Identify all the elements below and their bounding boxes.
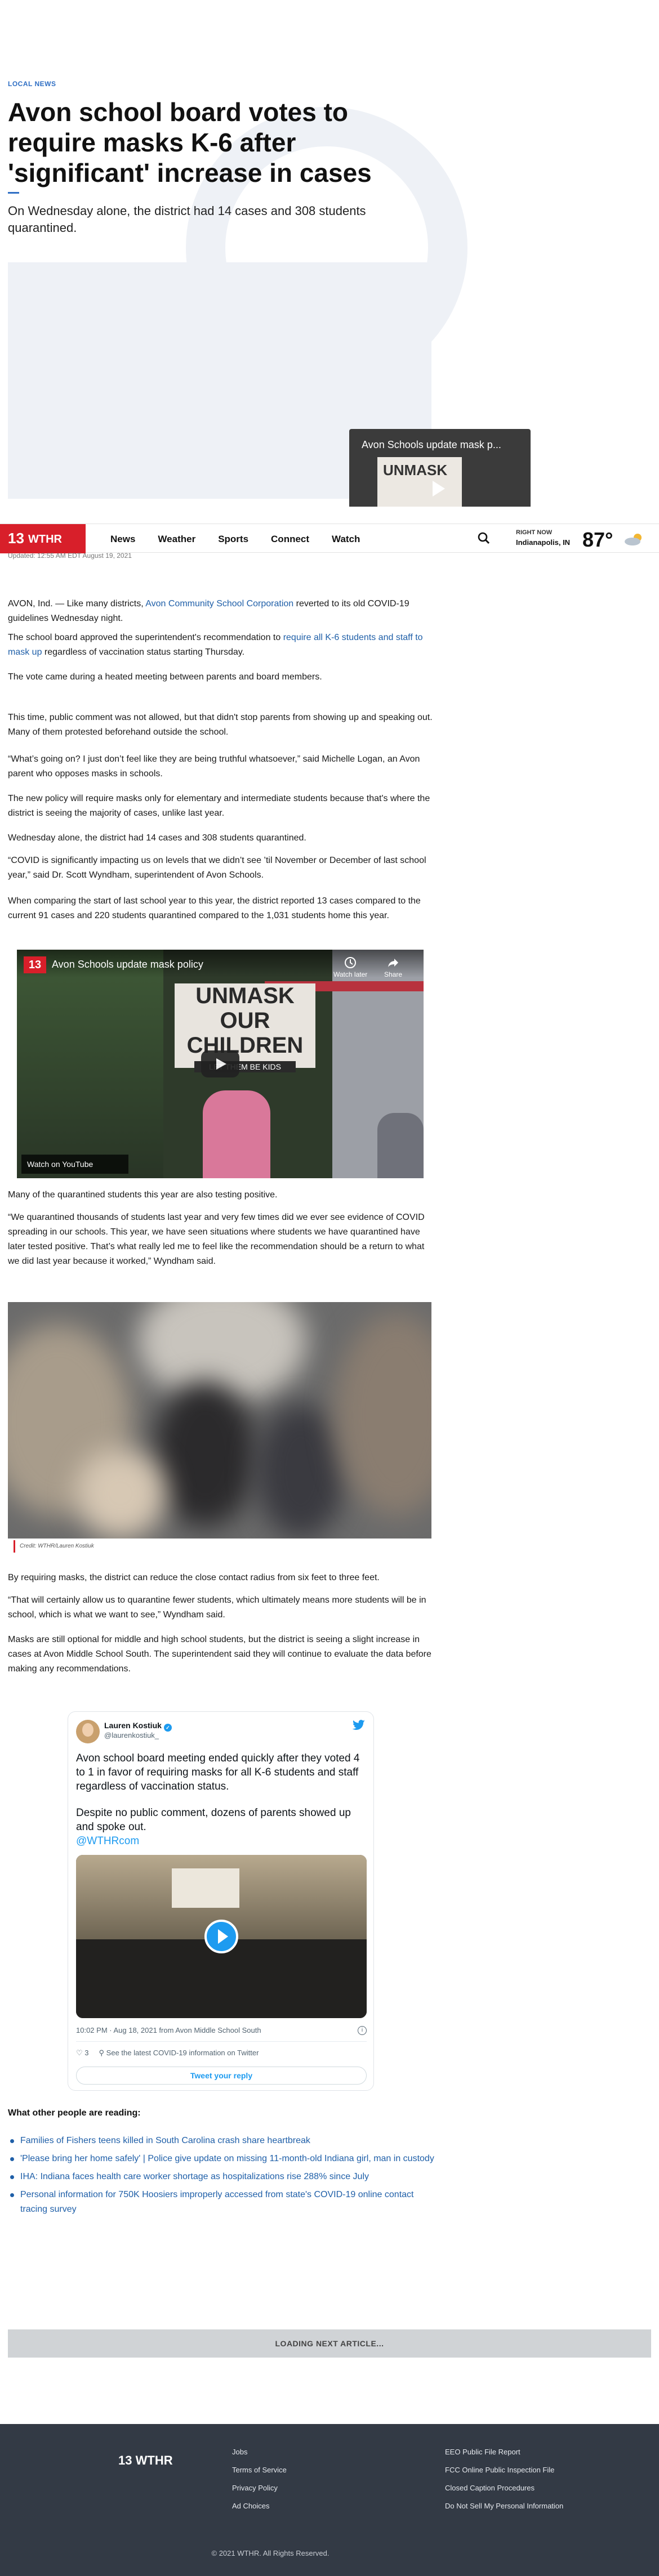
site-navbar: 13 WTHR News Weather Sports Connect Watc… (0, 524, 659, 553)
nav-menu: News Weather Sports Connect Watch (110, 534, 360, 545)
paragraph: This time, public comment was not allowe… (8, 713, 433, 737)
info-icon[interactable]: i (358, 2026, 367, 2035)
article-subhead: On Wednesday alone, the district had 14 … (8, 204, 366, 235)
tweet-text: Avon school board meeting ended quickly … (76, 1751, 369, 1848)
nav-item-sports[interactable]: Sports (218, 534, 248, 545)
footer-link-closed-caption[interactable]: Closed Caption Procedures (445, 2484, 563, 2492)
embedded-tweet[interactable]: Lauren Kostiuk ✓ @laurenkostiuk_ Avon sch… (68, 1711, 374, 2091)
loading-next-article: LOADING NEXT ARTICLE... (8, 2329, 651, 2358)
paragraph: The school board approved the superinten… (8, 633, 423, 657)
weather-location: Indianapolis, IN (516, 538, 571, 547)
footer-link-fcc[interactable]: FCC Online Public Inspection File (445, 2466, 563, 2474)
footer-link-privacy[interactable]: Privacy Policy (232, 2484, 287, 2492)
article-photo[interactable] (8, 1302, 431, 1539)
tweet-author-handle[interactable]: @laurenkostiuk_ (104, 1731, 159, 1739)
article-hero: LOCAL NEWS Avon school board votes to re… (0, 0, 659, 507)
nav-item-connect[interactable]: Connect (271, 534, 309, 545)
tweet-timestamp[interactable]: 10:02 PM · Aug 18, 2021 from Avon Middle… (76, 2026, 261, 2034)
footer-link-ad-choices[interactable]: Ad Choices (232, 2502, 287, 2510)
footer-link-do-not-sell[interactable]: Do Not Sell My Personal Information (445, 2502, 563, 2510)
embedded-video[interactable]: UNMASK OUR CHILDREN LET THEM BE KIDS 13 … (17, 950, 424, 1178)
paragraph: By requiring masks, the district can red… (8, 1573, 380, 1582)
paragraph: Many of the quarantined students this ye… (8, 1190, 278, 1200)
footer-link-terms[interactable]: Terms of Service (232, 2466, 287, 2474)
reading-list-item[interactable]: 'Please bring her home safely' | Police … (8, 2152, 442, 2166)
heart-icon: ♡ (76, 2049, 83, 2057)
video-title[interactable]: Avon Schools update mask policy (52, 959, 203, 971)
paragraph: Wednesday alone, the district had 14 cas… (8, 833, 306, 843)
paragraph: The vote came during a heated meeting be… (8, 672, 322, 682)
share-button[interactable]: Share (384, 956, 402, 978)
divider (76, 2041, 367, 2042)
site-logo[interactable]: 13 WTHR (0, 524, 86, 553)
tweet-video[interactable] (76, 1855, 367, 2018)
paragraph: “We quarantined thousands of students la… (8, 1213, 425, 1266)
section-kicker[interactable]: LOCAL NEWS (8, 80, 56, 88)
reading-list-item[interactable]: IHA: Indiana faces health care worker sh… (8, 2170, 442, 2184)
partly-cloudy-icon (625, 534, 642, 545)
tweet-reply-button[interactable]: Tweet your reply (76, 2067, 367, 2085)
share-icon (388, 959, 399, 967)
nav-item-watch[interactable]: Watch (332, 534, 360, 545)
updated-timestamp: Updated: 12:55 AM EDT August 19, 2021 (8, 552, 132, 560)
watch-on-youtube-button[interactable]: Watch on YouTube (21, 1155, 128, 1174)
link-avon-schools[interactable]: Avon Community School Corporation (145, 599, 293, 609)
paragraph: “That will certainly allow us to quarant… (8, 1595, 426, 1620)
footer-logo[interactable]: 13 WTHR (118, 2453, 173, 2468)
reading-list: Families of Fishers teens killed in Sout… (8, 2134, 442, 2220)
reading-list-title: What other people are reading: (8, 2108, 141, 2118)
footer-link-eeo[interactable]: EEO Public File Report (445, 2448, 563, 2456)
headline-divider (8, 192, 19, 194)
footer-link-jobs[interactable]: Jobs (232, 2448, 287, 2456)
paragraph: Masks are still optional for middle and … (8, 1635, 431, 1674)
verified-icon: ✓ (163, 1724, 172, 1732)
search-icon[interactable] (478, 532, 490, 544)
tweet-actions: ♡ 3 ⚲ See the latest COVID-19 informatio… (76, 2049, 259, 2058)
video-thumbnail-sign: UNMASK OUR CHILDREN LET THEM BE KIDS (175, 983, 315, 1072)
article-headline: Avon school board votes to require masks… (8, 97, 372, 187)
watch-later-button[interactable]: Watch later (333, 956, 367, 978)
twitter-bird-icon[interactable] (352, 1720, 366, 1731)
info-pin-icon: ⚲ (99, 2049, 105, 2057)
avatar[interactable] (76, 1720, 100, 1743)
weather-temperature: 87° (582, 528, 613, 551)
tweet-author-name[interactable]: Lauren Kostiuk ✓ (104, 1721, 172, 1732)
floating-video-player[interactable]: UNMASK Avon Schools update mask p... (349, 429, 531, 507)
video-thumbnail-sign: UNMASK (377, 457, 462, 507)
like-button[interactable]: ♡ 3 (76, 2049, 89, 2058)
play-button[interactable] (204, 1920, 238, 1953)
reading-list-item[interactable]: Families of Fishers teens killed in Sout… (8, 2134, 442, 2148)
weather-widget[interactable]: RIGHT NOW Indianapolis, IN 87° (516, 528, 657, 551)
nav-item-weather[interactable]: Weather (158, 534, 195, 545)
footer-links-left: Jobs Terms of Service Privacy Policy Ad … (232, 2448, 287, 2520)
paragraph: “COVID is significantly impacting us on … (8, 856, 426, 880)
paragraph: AVON, Ind. — Like many districts, Avon C… (8, 599, 409, 623)
paragraph: “What’s going on? I just don’t feel like… (8, 754, 420, 779)
play-button[interactable] (201, 1050, 239, 1077)
footer-links-right: EEO Public File Report FCC Online Public… (445, 2448, 563, 2520)
photo-credit: Credit: WTHR/Lauren Kostiuk (14, 1540, 94, 1553)
weather-label: RIGHT NOW (516, 529, 553, 536)
nav-item-news[interactable]: News (110, 534, 135, 545)
site-footer: 13 WTHR Jobs Terms of Service Privacy Po… (0, 2424, 659, 2576)
play-icon[interactable] (433, 481, 445, 497)
copyright: © 2021 WTHR. All Rights Reserved. (211, 2549, 330, 2557)
tweet-mention-link[interactable]: @WTHRcom (76, 1834, 369, 1848)
paragraph: When comparing the start of last school … (8, 896, 421, 920)
clock-icon (345, 957, 357, 968)
paragraph: The new policy will require masks only f… (8, 794, 430, 818)
reading-list-item[interactable]: Personal information for 750K Hoosiers i… (8, 2188, 442, 2217)
covid-info-link[interactable]: ⚲ See the latest COVID-19 information on… (99, 2049, 259, 2058)
channel-badge[interactable]: 13 (24, 956, 46, 973)
mini-player-title: Avon Schools update mask p... (362, 439, 501, 450)
